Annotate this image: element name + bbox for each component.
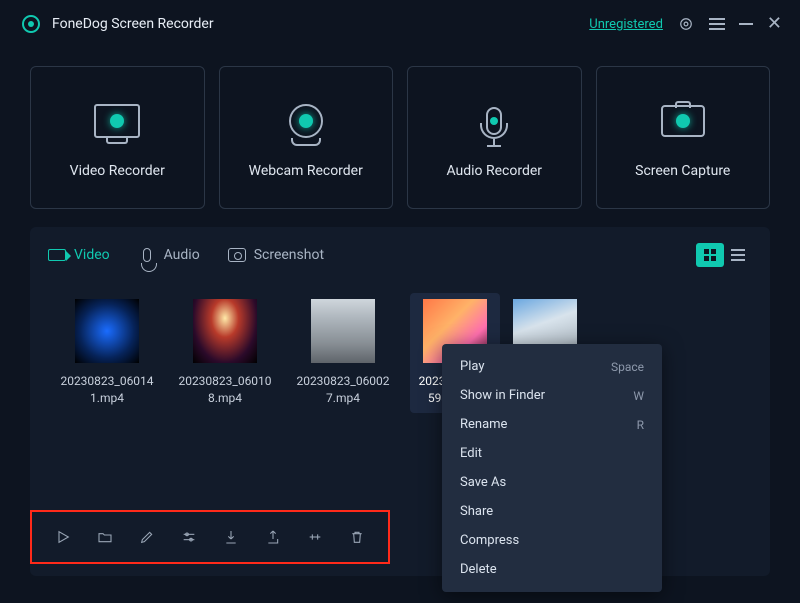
tab-screenshot[interactable]: Screenshot — [228, 247, 324, 263]
trash-icon — [349, 528, 365, 546]
mode-selector-row: Video Recorder Webcam Recorder Audio Rec… — [0, 48, 800, 209]
monitor-icon — [94, 97, 140, 145]
mode-webcam-recorder[interactable]: Webcam Recorder — [219, 66, 394, 209]
tab-video[interactable]: Video — [48, 247, 110, 263]
menu-label: Rename — [460, 417, 507, 432]
tab-label: Screenshot — [254, 247, 324, 263]
open-folder-button[interactable] — [84, 517, 126, 557]
context-menu: Play Space Show in Finder W Rename R Edi… — [442, 344, 662, 592]
menu-label: Compress — [460, 533, 519, 548]
webcam-icon — [289, 97, 323, 145]
import-icon — [223, 528, 239, 546]
menu-label: Share — [460, 504, 493, 519]
context-menu-share[interactable]: Share — [442, 497, 662, 526]
context-menu-show-in-finder[interactable]: Show in Finder W — [442, 381, 662, 410]
camera-icon — [661, 97, 705, 145]
edit-button[interactable] — [126, 517, 168, 557]
folder-icon — [96, 529, 114, 545]
adjust-button[interactable] — [168, 517, 210, 557]
trim-icon — [306, 529, 324, 545]
tab-label: Audio — [164, 247, 200, 263]
delete-button[interactable] — [336, 517, 378, 557]
menu-label: Delete — [460, 562, 497, 577]
tab-audio[interactable]: Audio — [138, 247, 200, 263]
file-name: 20230823_060027.mp4 — [288, 373, 398, 407]
menu-label: Show in Finder — [460, 388, 545, 403]
gear-icon — [677, 15, 695, 33]
export-icon — [265, 528, 281, 546]
mode-label: Audio Recorder — [446, 163, 542, 179]
title-bar: FoneDog Screen Recorder Unregistered ✕ — [0, 0, 800, 48]
minimize-button[interactable] — [739, 23, 753, 25]
file-name: 20230823_060108.mp4 — [170, 373, 280, 407]
context-menu-edit[interactable]: Edit — [442, 439, 662, 468]
thumbnail — [311, 299, 375, 363]
mode-label: Video Recorder — [70, 163, 165, 179]
pencil-icon — [139, 529, 155, 545]
video-icon — [48, 248, 66, 262]
mode-audio-recorder[interactable]: Audio Recorder — [407, 66, 582, 209]
grid-view-button[interactable] — [696, 243, 724, 267]
list-view-button[interactable] — [724, 243, 752, 267]
mode-label: Webcam Recorder — [249, 163, 363, 179]
gallery-item[interactable]: 20230823_060141.mp4 — [48, 293, 166, 413]
context-menu-delete[interactable]: Delete — [442, 555, 662, 584]
menu-shortcut: R — [637, 418, 644, 432]
mode-label: Screen Capture — [635, 163, 730, 179]
hamburger-icon — [709, 18, 725, 20]
list-icon — [731, 249, 745, 261]
app-logo-icon — [22, 15, 40, 33]
gallery-item[interactable]: 20230823_060027.mp4 — [284, 293, 402, 413]
context-menu-play[interactable]: Play Space — [442, 352, 662, 381]
action-toolbar — [30, 510, 390, 564]
trim-button[interactable] — [294, 517, 336, 557]
import-button[interactable] — [210, 517, 252, 557]
thumbnail — [193, 299, 257, 363]
screenshot-icon — [228, 248, 246, 262]
play-button[interactable] — [42, 517, 84, 557]
registration-status-link[interactable]: Unregistered — [589, 17, 663, 32]
close-button[interactable]: ✕ — [767, 15, 782, 33]
menu-shortcut: W — [633, 389, 644, 403]
settings-button[interactable] — [677, 15, 695, 33]
menu-label: Edit — [460, 446, 482, 461]
menu-shortcut: Space — [611, 360, 644, 374]
gallery-item[interactable]: 20230823_060108.mp4 — [166, 293, 284, 413]
context-menu-compress[interactable]: Compress — [442, 526, 662, 555]
microphone-icon — [486, 97, 502, 145]
menu-label: Play — [460, 359, 485, 374]
tab-label: Video — [74, 247, 110, 263]
mode-video-recorder[interactable]: Video Recorder — [30, 66, 205, 209]
library-tabs: Video Audio Screenshot — [48, 227, 752, 283]
view-toggle — [696, 243, 752, 267]
thumbnail — [75, 299, 139, 363]
menu-button[interactable] — [709, 18, 725, 30]
context-menu-rename[interactable]: Rename R — [442, 410, 662, 439]
file-name: 20230823_060141.mp4 — [52, 373, 162, 407]
context-menu-save-as[interactable]: Save As — [442, 468, 662, 497]
grid-icon — [704, 249, 716, 261]
menu-label: Save As — [460, 475, 506, 490]
app-title: FoneDog Screen Recorder — [52, 16, 589, 32]
sliders-icon — [180, 529, 198, 545]
export-button[interactable] — [252, 517, 294, 557]
mode-screen-capture[interactable]: Screen Capture — [596, 66, 771, 209]
play-icon — [55, 529, 71, 545]
audio-icon — [138, 248, 156, 262]
